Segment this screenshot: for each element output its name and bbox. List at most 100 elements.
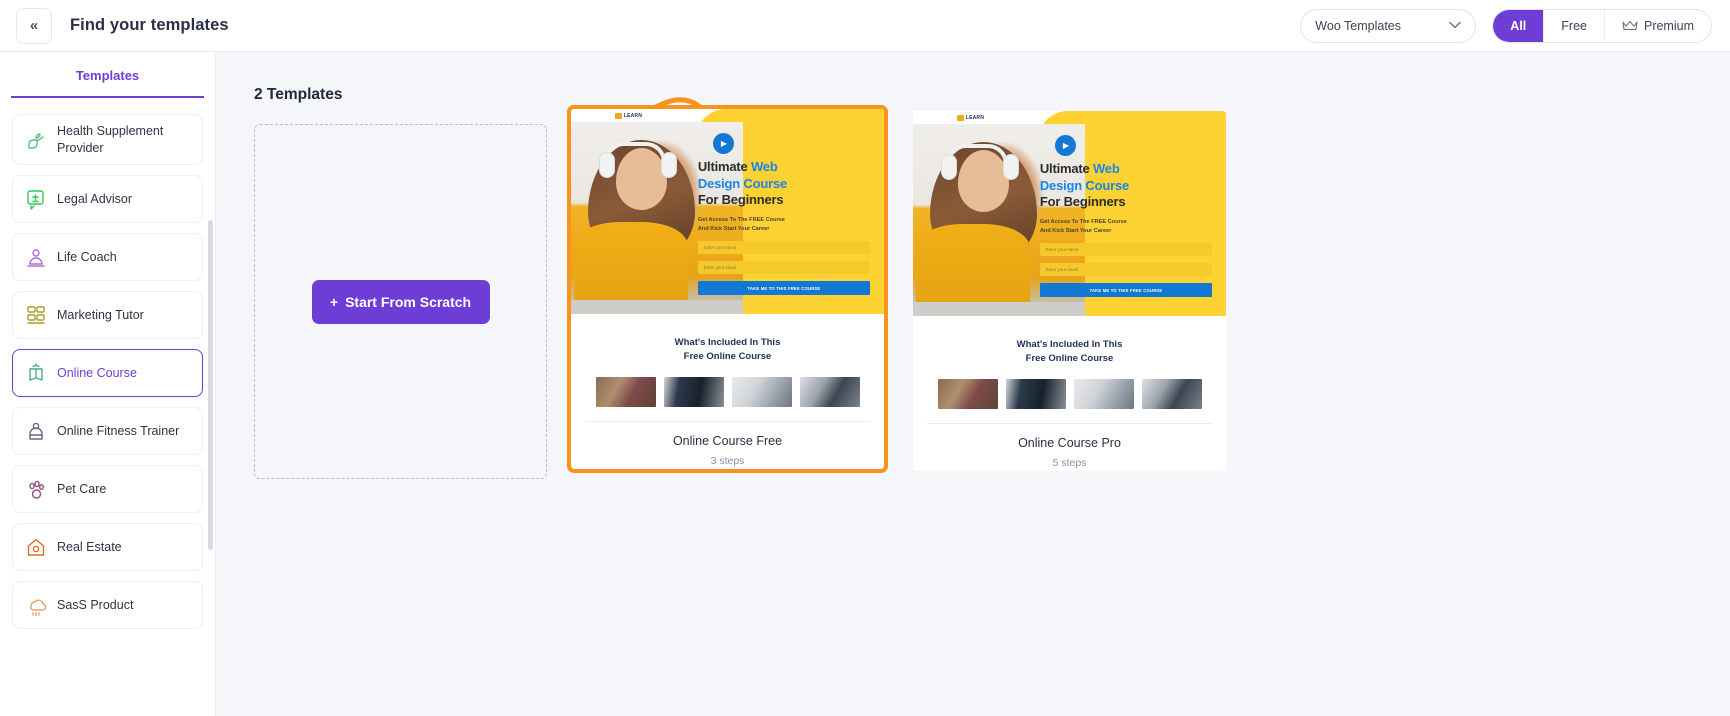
- sidebar-item-label: Health Supplement Provider: [57, 124, 164, 155]
- thumbnail-image: [799, 376, 860, 407]
- sidebar-category-list: Health Supplement Provider Legal Advisor L…: [0, 98, 215, 629]
- page-title: Find your templates: [70, 16, 229, 34]
- photo-desk: [913, 302, 1086, 316]
- sidebar-item-online-fitness-trainer[interactable]: Online Fitness Trainer: [12, 407, 203, 455]
- template-card-footer: Online Course Free 3 steps: [571, 421, 884, 467]
- photo-sweater: [574, 222, 689, 302]
- photo-headphone-right: [660, 152, 677, 178]
- hero-subtext-line-1: Get Access To The FREE Course: [697, 216, 785, 223]
- template-preview-section: What's Included In This Free Online Cour…: [913, 316, 1226, 424]
- filter-free-label: Free: [1561, 18, 1587, 33]
- hero-headline: Ultimate Web Design Course For Beginners: [698, 159, 870, 209]
- section-title-line-1: What's Included In This: [1016, 339, 1123, 350]
- presentation-group-icon: [25, 304, 47, 326]
- sidebar-item-health-supplement-provider[interactable]: Health Supplement Provider: [12, 114, 203, 165]
- photo-headphone-right: [1002, 154, 1019, 180]
- section-title: What's Included In This Free Online Cour…: [585, 336, 870, 365]
- template-steps: 3 steps: [710, 454, 745, 467]
- thumbnail-image: [1005, 378, 1066, 409]
- top-bar-controls: Woo Templates All Free Premium: [1300, 8, 1712, 43]
- sidebar-item-legal-advisor[interactable]: Legal Advisor: [12, 175, 203, 223]
- template-name: Online Course Pro: [1018, 435, 1121, 450]
- cloud-icon: [25, 594, 47, 616]
- hero-cta-button[interactable]: TAKE ME TO THIS FREE COURSE: [697, 281, 870, 296]
- headline-accent: Web: [750, 159, 778, 174]
- template-count: 2 Templates: [254, 86, 343, 103]
- main-content: 2 Templates + Start From Scratch LEARN ▶…: [216, 52, 1730, 716]
- template-card-footer: Online Course Pro 5 steps: [913, 423, 1226, 469]
- tab-templates[interactable]: Templates: [76, 68, 139, 83]
- template-preview-hero: LEARN ▶ Ultimate Web Design Course For B…: [913, 111, 1226, 316]
- sidebar-item-marketing-tutor[interactable]: Marketing Tutor: [12, 291, 203, 339]
- headline-part-2: Design Course: [697, 175, 788, 191]
- hero-cta-button[interactable]: TAKE ME TO THIS FREE COURSE: [1039, 283, 1212, 298]
- plus-icon: +: [329, 293, 339, 310]
- logo-text: LEARN: [965, 115, 985, 121]
- sidebar: Templates Health Supplement Provider Lega…: [0, 52, 216, 716]
- headline-part-2: Design Course: [1039, 177, 1130, 193]
- section-title-line-2: Free Online Course: [1025, 353, 1114, 365]
- filter-premium-label: Premium: [1643, 18, 1694, 33]
- house-icon: [25, 536, 47, 558]
- section-title-line-1: What's Included In This: [674, 337, 781, 348]
- sidebar-item-label: Marketing Tutor: [57, 307, 144, 322]
- section-thumbnails: [585, 376, 870, 407]
- email-input[interactable]: Enter your email: [697, 261, 870, 275]
- sidebar-scrollbar[interactable]: [208, 220, 213, 550]
- filter-all[interactable]: All: [1493, 9, 1545, 42]
- hero-headline: Ultimate Web Design Course For Beginners: [1040, 161, 1212, 211]
- headline-part-1: Ultimate: [697, 159, 751, 174]
- hero-copy: Ultimate Web Design Course For Beginners…: [1039, 161, 1212, 298]
- headline-accent: Web: [1092, 161, 1120, 176]
- template-steps: 5 steps: [1052, 456, 1087, 469]
- thumbnail-image: [731, 376, 792, 407]
- name-input[interactable]: Enter your name: [1039, 243, 1212, 257]
- sidebar-item-sass-product[interactable]: SasS Product: [12, 581, 203, 629]
- brand-logo: LEARN: [614, 113, 643, 119]
- logo-text: LEARN: [623, 113, 643, 119]
- collapse-sidebar-button[interactable]: «: [16, 7, 52, 44]
- sidebar-item-online-course[interactable]: Online Course: [12, 349, 203, 397]
- section-title-line-2: Free Online Course: [683, 351, 772, 363]
- email-input[interactable]: Enter your email: [1039, 263, 1212, 277]
- paw-icon: [25, 478, 47, 500]
- name-input[interactable]: Enter your name: [697, 241, 870, 255]
- thumbnail-image: [663, 376, 724, 407]
- template-source-value: Woo Templates: [1315, 18, 1401, 33]
- thumbnail-image: [937, 378, 998, 409]
- thumbnail-image: [1073, 378, 1134, 409]
- sidebar-item-label: SasS Product: [57, 597, 134, 612]
- template-card[interactable]: LEARN ▶ Ultimate Web Design Course For B…: [913, 111, 1226, 471]
- sidebar-item-label: Pet Care: [57, 481, 107, 496]
- thumbnail-image: [595, 376, 656, 407]
- template-card[interactable]: LEARN ▶ Ultimate Web Design Course For B…: [567, 105, 888, 473]
- hero-subtext-line-1: Get Access To The FREE Course: [1039, 218, 1127, 225]
- price-filter-group: All Free Premium: [1492, 8, 1712, 43]
- photo-desk: [571, 300, 744, 314]
- tab-active-indicator: [11, 96, 204, 98]
- legal-chat-icon: [25, 188, 47, 210]
- sidebar-item-real-estate[interactable]: Real Estate: [12, 523, 203, 571]
- sidebar-item-life-coach[interactable]: Life Coach: [12, 233, 203, 281]
- start-from-scratch-card[interactable]: + Start From Scratch: [254, 124, 547, 479]
- sidebar-item-pet-care[interactable]: Pet Care: [12, 465, 203, 513]
- photo-sweater: [916, 224, 1031, 304]
- template-name: Online Course Free: [672, 433, 783, 448]
- filter-premium[interactable]: Premium: [1605, 10, 1711, 42]
- template-preview-hero: LEARN ▶ Ultimate Web Design Course For B…: [571, 109, 884, 314]
- thumbnail-image: [1141, 378, 1202, 409]
- start-from-scratch-button[interactable]: + Start From Scratch: [311, 279, 490, 324]
- template-preview-section: What's Included In This Free Online Cour…: [571, 314, 884, 422]
- sidebar-item-label: Online Fitness Trainer: [57, 423, 180, 438]
- trainer-icon: [25, 420, 47, 442]
- top-bar: « Find your templates Woo Templates All …: [0, 0, 1730, 52]
- template-source-select[interactable]: Woo Templates: [1300, 8, 1477, 43]
- leaf-pills-icon: [25, 129, 47, 151]
- hero-subtext: Get Access To The FREE Course And Kick S…: [1040, 218, 1212, 236]
- section-thumbnails: [927, 378, 1212, 409]
- filter-free[interactable]: Free: [1544, 9, 1605, 42]
- hero-subtext-line-2: And Kick Start Your Career: [1039, 228, 1112, 235]
- headline-part-1: Ultimate: [1039, 161, 1093, 176]
- coach-person-icon: [25, 246, 47, 268]
- open-book-icon: [25, 362, 47, 384]
